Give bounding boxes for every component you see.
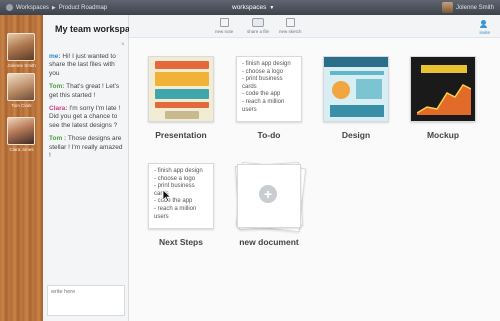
doc-label: To-do	[257, 130, 281, 140]
new-note-button[interactable]: new note	[215, 18, 233, 34]
doc-next-steps[interactable]: - finish app design - choose a logo - pr…	[148, 163, 214, 247]
member-name: Tom Clark	[11, 103, 32, 108]
doc-design[interactable]: Design	[323, 56, 389, 140]
list-item: users	[154, 213, 169, 220]
user-avatar	[441, 2, 453, 13]
member-name: Clara Jones	[9, 147, 34, 152]
doc-label: Mockup	[426, 130, 460, 140]
chat-input[interactable]	[47, 285, 125, 316]
close-icon[interactable]: ×	[121, 42, 125, 48]
team-sidebar: Jolenne Smith Tom Clark Clara Jones	[0, 15, 43, 321]
doc-label: Design	[341, 130, 371, 140]
list-item: - choose a logo	[154, 175, 196, 182]
member-clara[interactable]: Clara Jones	[7, 117, 36, 152]
design-thumbnail	[323, 56, 389, 122]
list-item: users	[242, 106, 257, 113]
member-name: Jolenne Smith	[7, 63, 36, 68]
list-item: - reach a million	[154, 205, 197, 212]
mockup-thumbnail	[410, 56, 476, 122]
top-bar: Workspaces ▶ Product Roadmap workspaces ▼…	[0, 0, 500, 15]
avatar	[7, 33, 35, 61]
user-add-icon	[479, 20, 490, 28]
avatar	[7, 117, 35, 145]
workspaces-dropdown[interactable]: workspaces ▼	[232, 4, 274, 11]
user-menu[interactable]: Jolenne Smith	[441, 2, 494, 13]
user-name: Jolenne Smith	[455, 4, 494, 11]
list-item: - finish app design	[242, 61, 291, 67]
breadcrumb-separator-icon: ▶	[51, 4, 56, 11]
doc-presentation[interactable]: Presentation	[148, 56, 214, 140]
plus-icon: +	[259, 185, 277, 203]
chevron-down-icon: ▼	[269, 5, 275, 11]
member-tom[interactable]: Tom Clark	[7, 73, 36, 108]
chat-message: Tom : Those designs are stellar ! I'm re…	[49, 135, 125, 160]
todo-thumbnail: - finish app design - choose a logo - pr…	[236, 56, 302, 122]
workspace-title: My team workspace	[55, 24, 141, 34]
next-steps-thumbnail: - finish app design - choose a logo - pr…	[148, 163, 214, 229]
message-author: Clara:	[49, 105, 68, 113]
share-file-label: share a file	[247, 29, 270, 34]
list-item: cards	[242, 83, 257, 90]
chat-message: Tom: That's great ! Let's get this start…	[49, 83, 125, 100]
workspace-board: new note share a file new sketch invite …	[129, 15, 500, 321]
share-file-button[interactable]: share a file	[247, 18, 269, 34]
chat-panel: My team workspace × me: Hi! I just wante…	[43, 15, 140, 321]
new-note-label: new note	[215, 29, 234, 34]
avatar	[7, 73, 35, 101]
doc-todo[interactable]: - finish app design - choose a logo - pr…	[236, 56, 302, 140]
breadcrumb-workspaces[interactable]: Workspaces	[16, 5, 49, 11]
sketch-icon	[285, 18, 295, 27]
doc-label: new document	[239, 237, 299, 247]
doc-label: Next Steps	[159, 237, 203, 247]
todo-list: - finish app design - choose a logo - pr…	[149, 164, 213, 225]
presentation-thumbnail	[148, 56, 214, 122]
doc-label: Presentation	[155, 130, 207, 140]
message-author: me:	[49, 53, 61, 60]
chat-message: me: Hi! I just wanted to share the last …	[49, 53, 125, 78]
breadcrumb: Workspaces ▶ Product Roadmap	[6, 4, 107, 11]
message-author: Tom:	[49, 83, 65, 91]
folder-icon	[252, 18, 264, 27]
home-icon[interactable]	[6, 4, 13, 11]
list-item: - print business	[242, 76, 283, 83]
member-jolenne[interactable]: Jolenne Smith	[7, 33, 36, 68]
new-sketch-button[interactable]: new sketch	[279, 18, 302, 34]
list-item: - reach a million	[242, 98, 285, 105]
invite-button[interactable]: invite	[479, 20, 490, 35]
list-item: - code the app	[242, 91, 281, 98]
new-sketch-label: new sketch	[279, 29, 302, 34]
new-document-stack: +	[234, 161, 307, 233]
list-item: - finish app design	[154, 168, 203, 174]
doc-mockup[interactable]: Mockup	[410, 56, 476, 140]
list-item: - choose a logo	[242, 68, 284, 75]
message-author: Tom :	[49, 135, 67, 143]
doc-new-document[interactable]: + new document	[234, 161, 307, 247]
toolbar: new note share a file new sketch invite	[129, 15, 500, 38]
chat-messages: me: Hi! I just wanted to share the last …	[49, 53, 125, 165]
note-icon	[219, 18, 229, 27]
todo-list: - finish app design - choose a logo - pr…	[237, 57, 301, 118]
workspaces-dropdown-label: workspaces	[232, 4, 267, 11]
mouse-cursor-icon	[162, 190, 172, 202]
chat-message: Clara: I'm sorry I'm late ! Did you get …	[49, 105, 125, 130]
breadcrumb-product-roadmap[interactable]: Product Roadmap	[59, 5, 107, 11]
invite-label: invite	[479, 30, 490, 35]
